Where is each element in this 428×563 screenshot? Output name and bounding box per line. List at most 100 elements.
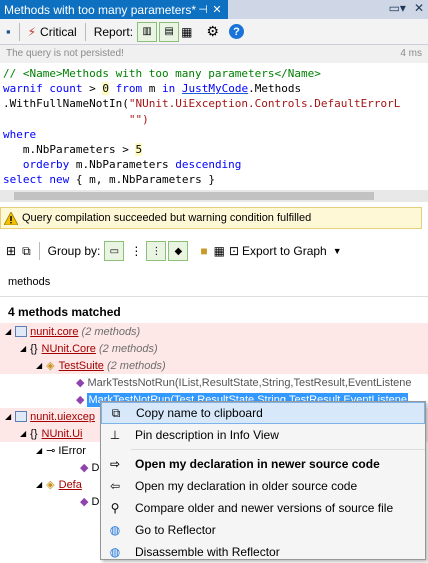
scrollbar-thumb[interactable]: [14, 192, 374, 200]
query-editor[interactable]: // <Name>Methods with too many parameter…: [0, 63, 428, 189]
class-icon: ◈: [46, 479, 55, 491]
report-label: Report:: [93, 24, 134, 39]
menu-item-label: Pin description in Info View: [135, 428, 279, 442]
tree-label: nunit.uiexcep: [30, 410, 95, 423]
menu-item-label: Open my declaration in older source code: [135, 479, 358, 493]
dropdown-icon[interactable]: ▭▾: [389, 1, 406, 15]
match-count: 4 methods matched: [8, 305, 121, 319]
method-icon: ◆: [76, 394, 85, 406]
menu-item-label: Compare older and newer versions of sour…: [135, 501, 394, 515]
collapse-arrow-icon[interactable]: ◢: [36, 446, 42, 455]
critical-label: Critical: [40, 24, 77, 39]
graph-icon: ⊡: [228, 244, 239, 258]
namespace-icon: {}: [30, 342, 38, 355]
tree-label: D: [91, 495, 100, 508]
tree-row-assembly[interactable]: ◢ nunit.core (2 methods): [0, 323, 428, 340]
collapse-arrow-icon[interactable]: ◢: [5, 327, 11, 336]
compare-icon: ⚲: [110, 501, 120, 515]
context-menu: ⧉ Copy name to clipboard ⊥ Pin descripti…: [100, 401, 426, 560]
method-icon: ◆: [76, 377, 85, 389]
group-tree-icon[interactable]: ⋮: [130, 244, 142, 258]
close-icon[interactable]: ✕: [210, 3, 224, 16]
collapse-arrow-icon[interactable]: ◢: [36, 480, 42, 489]
group-namespace-icon[interactable]: ⋮: [146, 241, 167, 261]
tree-label: NUnit.Ui: [41, 427, 83, 440]
critical-toggle[interactable]: ⚡ Critical: [28, 25, 77, 39]
menu-item-pin-description[interactable]: ⊥ Pin description in Info View: [101, 424, 425, 446]
export-graph-button[interactable]: ⊡ Export to Graph ▼: [229, 244, 342, 258]
report-doc-icon[interactable]: ▦: [181, 25, 192, 39]
tree-label: D: [91, 461, 100, 474]
group-by-label: Group by:: [47, 244, 101, 258]
gear-icon[interactable]: ⚙: [206, 23, 219, 40]
tree-label: IError: [58, 444, 86, 457]
report-chart-icon[interactable]: ▥: [137, 21, 158, 42]
collapse-all-icon[interactable]: ⧉: [22, 244, 31, 259]
pin-icon[interactable]: ⊣: [196, 3, 210, 16]
reflector-icon: ◍: [109, 523, 121, 537]
window-controls: ▭▾ ✕: [389, 1, 424, 15]
menu-item-open-older[interactable]: ⇦ Open my declaration in older source co…: [101, 475, 425, 497]
collapse-arrow-icon[interactable]: ◢: [5, 412, 11, 421]
open-older-icon: ⇦: [109, 479, 121, 493]
collapse-arrow-icon[interactable]: ◢: [20, 429, 26, 438]
tree-row-type[interactable]: ◢ ◈ TestSuite (2 methods): [0, 357, 428, 374]
close-window-icon[interactable]: ✕: [414, 1, 424, 15]
method-icon: ◆: [80, 496, 89, 508]
help-icon[interactable]: ?: [228, 24, 244, 39]
warning-text: Query compilation succeeded but warning …: [22, 212, 312, 224]
collapse-arrow-icon[interactable]: ◢: [20, 344, 26, 353]
group-assembly-icon[interactable]: ▭: [104, 241, 125, 261]
folder-icon[interactable]: ■: [200, 244, 207, 258]
menu-item-label: Disassemble with Reflector: [135, 545, 280, 559]
tree-label: NUnit.Core: [41, 342, 96, 355]
chevron-down-icon: ▼: [332, 246, 342, 256]
assembly-icon: [15, 326, 28, 337]
save-icon[interactable]: ▪: [6, 24, 11, 39]
menu-item-go-to-reflector[interactable]: ◍ Go to Reflector: [101, 519, 425, 541]
interface-icon: ⊸: [46, 445, 56, 457]
divider: [0, 296, 428, 297]
results-toolbar: ⊞ ⧉ Group by: ▭ ⋮ ⋮ ◆ ■ ▦ ⊡ Export to Gr…: [0, 240, 428, 262]
tree-count: (2 methods): [81, 325, 141, 338]
status-message: The query is not persisted!: [6, 48, 124, 59]
namespace-icon: {}: [30, 427, 38, 440]
tree-label: nunit.core: [30, 325, 79, 338]
menu-item-open-newer[interactable]: ⇨ Open my declaration in newer source co…: [101, 453, 425, 475]
tab-title: Methods with too many parameters*: [4, 2, 197, 17]
menu-item-label: Copy name to clipboard: [136, 406, 263, 420]
tree-row-method[interactable]: ◆ MarkTestsNotRun(IList,ResultState,Stri…: [0, 374, 428, 391]
warning-icon: [4, 211, 18, 225]
copy-icon: ⧉: [111, 405, 121, 420]
assembly-icon: [15, 411, 28, 422]
group-type-icon[interactable]: ◆: [168, 241, 189, 261]
open-newer-icon: ⇨: [109, 457, 121, 471]
warning-banner: Query compilation succeeded but warning …: [0, 207, 422, 229]
menu-item-label: Open my declaration in newer source code: [135, 457, 380, 471]
critical-icon: ⚡: [27, 24, 37, 39]
tree-label: MarkTestsNotRun(IList,ResultState,String…: [87, 376, 412, 389]
export-label: Export to Graph: [242, 244, 327, 258]
query-status: The query is not persisted! 4 ms: [0, 45, 428, 63]
pin-icon: ⊥: [109, 428, 121, 442]
class-icon: ◈: [46, 360, 55, 372]
expand-all-icon[interactable]: ⊞: [6, 244, 16, 258]
tree-row-namespace[interactable]: ◢ {} NUnit.Core (2 methods): [0, 340, 428, 357]
menu-item-copy-name[interactable]: ⧉ Copy name to clipboard: [101, 402, 425, 424]
report-list-icon[interactable]: ▤: [159, 21, 180, 42]
tree-label: TestSuite: [58, 359, 104, 372]
status-time: 4 ms: [400, 48, 422, 59]
tab-query[interactable]: Methods with too many parameters* ⊣ ✕: [0, 0, 228, 19]
query-toolbar: ▪ ⚡ Critical Report: ▥ ▤ ▦ ⚙ ?: [0, 19, 428, 45]
search-text[interactable]: methods: [8, 276, 50, 288]
disassemble-icon: ◍: [109, 545, 121, 559]
menu-separator: [131, 449, 425, 450]
menu-item-compare-versions[interactable]: ⚲ Compare older and newer versions of so…: [101, 497, 425, 519]
collapse-arrow-icon[interactable]: ◢: [36, 361, 42, 370]
view-icon[interactable]: ▦: [214, 244, 225, 258]
method-icon: ◆: [80, 462, 89, 474]
tree-label: Defa: [58, 478, 82, 491]
menu-item-label: Go to Reflector: [135, 523, 216, 537]
tree-count: (2 methods): [98, 342, 158, 355]
tree-count: (2 methods): [106, 359, 166, 372]
